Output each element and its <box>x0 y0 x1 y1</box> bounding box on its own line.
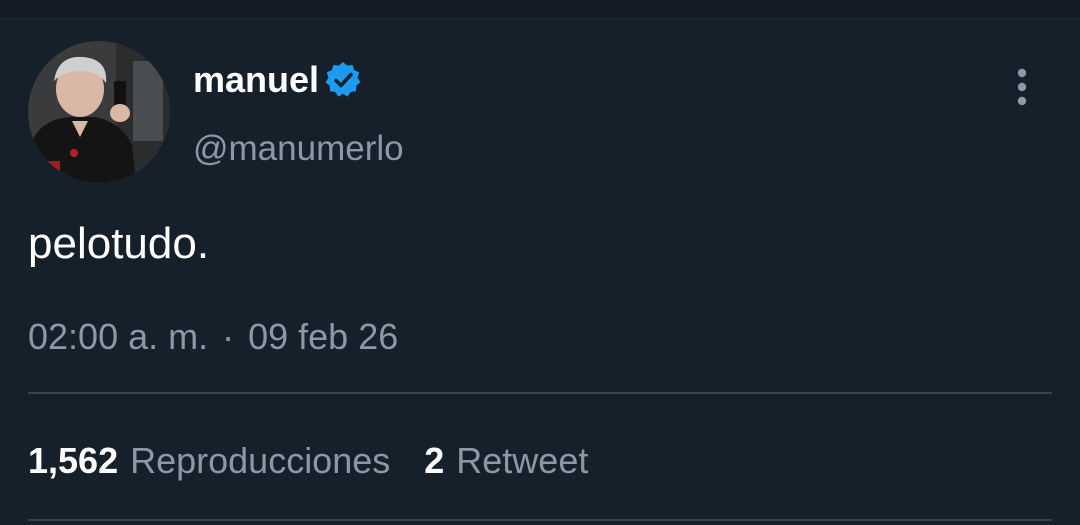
tweet-detail: manuel @manumerlo pelotudo. 02:00 a. m. ·… <box>0 0 1080 525</box>
display-name-text: manuel <box>193 59 320 100</box>
tweet-text: pelotudo. <box>28 219 210 268</box>
avatar-photo <box>28 41 170 183</box>
divider <box>28 392 1052 394</box>
tweet-date: 09 feb 26 <box>248 316 399 357</box>
timestamp-separator: · <box>222 316 235 357</box>
views-label: Reproducciones <box>130 440 391 481</box>
retweets-count: 2 <box>424 440 445 481</box>
retweets-label: Retweet <box>456 440 589 481</box>
tweet-stats: 1,562 Reproducciones 2 Retweet <box>28 438 622 484</box>
display-name[interactable]: manuel <box>193 58 363 102</box>
more-options-button[interactable] <box>1006 66 1038 110</box>
avatar[interactable] <box>28 41 170 183</box>
tweet-timestamp[interactable]: 02:00 a. m. · 09 feb 26 <box>28 314 398 360</box>
stat-views[interactable]: 1,562 Reproducciones <box>28 438 390 484</box>
stat-retweets[interactable]: 2 Retweet <box>424 438 588 484</box>
divider <box>28 519 1052 521</box>
tweet-time: 02:00 a. m. <box>28 316 209 357</box>
user-handle[interactable]: @manumerlo <box>193 127 404 171</box>
more-vertical-icon <box>1017 68 1027 106</box>
views-count: 1,562 <box>28 440 119 481</box>
verified-badge-icon[interactable] <box>323 60 363 100</box>
